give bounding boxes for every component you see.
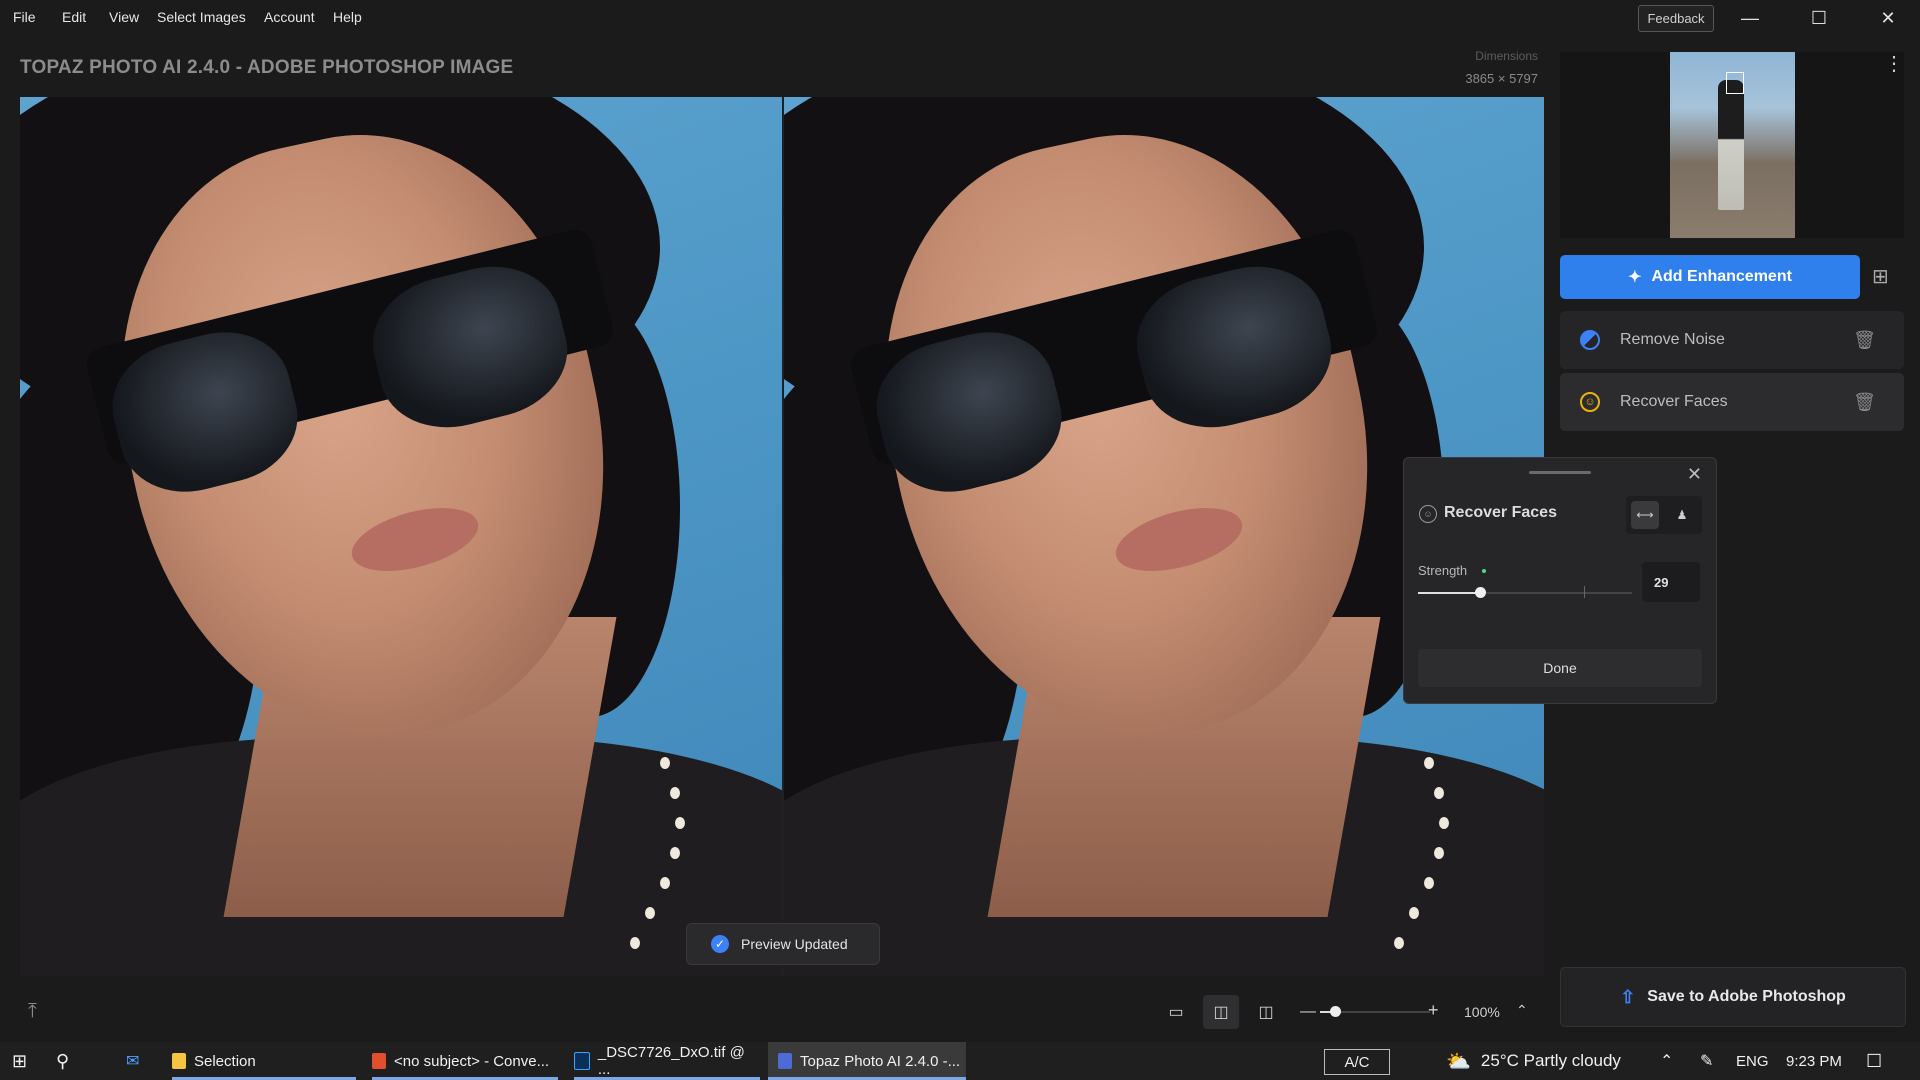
taskbar-item-selection[interactable]: Selection bbox=[172, 1042, 356, 1080]
menu-view[interactable]: View bbox=[109, 9, 139, 25]
windows-start-icon[interactable]: ⊞ bbox=[12, 1042, 27, 1080]
original-image-pane[interactable] bbox=[20, 97, 782, 976]
status-dot bbox=[1482, 569, 1486, 573]
add-enhancement-button[interactable]: ✦ Add Enhancement bbox=[1560, 255, 1860, 299]
upload-icon: ⇧ bbox=[1620, 986, 1636, 1007]
drag-handle[interactable] bbox=[1529, 471, 1591, 474]
taskbar-item-topaz[interactable]: Topaz Photo AI 2.4.0 -... bbox=[768, 1042, 966, 1080]
maximize-icon[interactable]: ☐ bbox=[1799, 4, 1839, 32]
enhancement-recover-faces[interactable]: ☺ Recover Faces 🗑 bbox=[1560, 373, 1904, 431]
check-icon: ✓ bbox=[711, 935, 729, 953]
side-by-side-view-icon[interactable]: ◫ bbox=[1203, 995, 1239, 1029]
popup-title: Recover Faces bbox=[1444, 504, 1557, 521]
auto-mode-icon[interactable]: ⟷ bbox=[1631, 501, 1659, 529]
delete-icon[interactable]: 🗑 bbox=[1853, 392, 1876, 413]
strength-slider-fill bbox=[1418, 592, 1480, 594]
search-icon[interactable]: ⚲ bbox=[56, 1042, 69, 1080]
more-options-icon[interactable]: ⋮ bbox=[1884, 54, 1904, 84]
person-icon[interactable]: ♟ bbox=[1668, 501, 1696, 529]
remove-noise-icon bbox=[1580, 330, 1600, 350]
strength-slider-handle[interactable] bbox=[1475, 587, 1486, 598]
split-view-icon[interactable]: ◫ bbox=[1248, 995, 1284, 1029]
partly-cloudy-icon: ⛅ bbox=[1446, 1050, 1471, 1073]
chevron-up-icon[interactable]: ⌃ bbox=[1660, 1042, 1673, 1080]
close-window-icon[interactable]: ✕ bbox=[1868, 4, 1908, 32]
preview-updated-toast: ✓ Preview Updated bbox=[686, 923, 880, 965]
portrait-photo-original bbox=[20, 97, 782, 976]
done-button[interactable]: Done bbox=[1418, 649, 1702, 687]
dimensions-label: Dimensions bbox=[1475, 49, 1538, 63]
ac-indicator[interactable]: A/C bbox=[1324, 1049, 1390, 1075]
face-icon: ☺ bbox=[1580, 392, 1600, 412]
strength-label: Strength bbox=[1418, 563, 1468, 578]
face-icon: ☺ bbox=[1419, 505, 1437, 523]
topaz-icon bbox=[778, 1053, 792, 1069]
enhancement-remove-noise[interactable]: Remove Noise 🗑 bbox=[1560, 311, 1904, 369]
menu-help[interactable]: Help bbox=[333, 9, 362, 25]
export-icon[interactable]: ⤒ bbox=[28, 1000, 37, 1023]
menu-file[interactable]: File bbox=[13, 9, 36, 25]
strength-slider[interactable] bbox=[1418, 586, 1632, 598]
enhancement-label: Recover Faces bbox=[1620, 393, 1728, 410]
close-icon[interactable]: ✕ bbox=[1687, 464, 1702, 485]
folder-icon bbox=[172, 1053, 186, 1069]
enhancement-label: Remove Noise bbox=[1620, 331, 1725, 348]
menu-select-images[interactable]: Select Images bbox=[157, 9, 246, 25]
brave-browser-icon bbox=[372, 1053, 386, 1069]
sparkle-icon: ✦ bbox=[1628, 269, 1642, 286]
clock[interactable]: 9:23 PM bbox=[1786, 1042, 1842, 1080]
toast-text: Preview Updated bbox=[741, 936, 848, 952]
menu-edit[interactable]: Edit bbox=[62, 9, 86, 25]
mail-icon[interactable]: ✉ bbox=[126, 1042, 139, 1080]
feedback-button[interactable]: Feedback bbox=[1638, 5, 1714, 32]
weather-widget[interactable]: ⛅ 25°C Partly cloudy bbox=[1446, 1042, 1621, 1080]
minimize-icon[interactable]: — bbox=[1730, 4, 1770, 32]
zoom-slider-handle[interactable] bbox=[1330, 1006, 1341, 1017]
face-mode-toggle: ⟷ ♟ bbox=[1626, 496, 1702, 534]
single-view-icon[interactable]: ▭ bbox=[1158, 995, 1194, 1029]
menu-bar: File Edit View Select Images Account Hel… bbox=[0, 0, 1920, 36]
taskbar: ⊞ ⚲ ✉ Selection <no subject> - Conve... … bbox=[0, 1042, 1920, 1080]
add-enhancement-label: Add Enhancement bbox=[1651, 268, 1792, 285]
strength-value-input[interactable]: 29 bbox=[1642, 562, 1700, 602]
dimensions-value: 3865 × 5797 bbox=[1465, 71, 1538, 86]
page-title: TOPAZ PHOTO AI 2.4.0 - ADOBE PHOTOSHOP I… bbox=[20, 57, 514, 78]
language-indicator[interactable]: ENG bbox=[1736, 1042, 1769, 1080]
photoshop-icon bbox=[574, 1052, 590, 1070]
crop-icon[interactable]: ⊞ bbox=[1872, 264, 1898, 290]
navigator-thumbnail[interactable] bbox=[1670, 52, 1795, 238]
default-marker bbox=[1584, 586, 1585, 598]
menu-account[interactable]: Account bbox=[264, 9, 315, 25]
save-label: Save to Adobe Photoshop bbox=[1647, 988, 1846, 1005]
chevron-up-icon[interactable]: ⌃ bbox=[1516, 1002, 1528, 1019]
face-focus-box bbox=[1726, 72, 1744, 94]
pen-icon[interactable]: ✎ bbox=[1700, 1042, 1713, 1080]
save-to-photoshop-button[interactable]: ⇧ Save to Adobe Photoshop bbox=[1560, 967, 1906, 1027]
taskbar-item-photoshop[interactable]: _DSC7726_DxO.tif @ ... bbox=[574, 1042, 760, 1080]
notifications-icon[interactable]: ☐ bbox=[1866, 1042, 1882, 1080]
delete-icon[interactable]: 🗑 bbox=[1853, 330, 1876, 351]
recover-faces-popup: ✕ ☺ Recover Faces ⟷ ♟ Strength 29 Done bbox=[1403, 457, 1717, 704]
zoom-level[interactable]: 100% bbox=[1464, 1004, 1500, 1020]
taskbar-item-browser[interactable]: <no subject> - Conve... bbox=[372, 1042, 558, 1080]
zoom-in-icon[interactable]: + bbox=[1428, 1000, 1439, 1021]
zoom-out-icon[interactable]: — bbox=[1300, 1003, 1316, 1021]
